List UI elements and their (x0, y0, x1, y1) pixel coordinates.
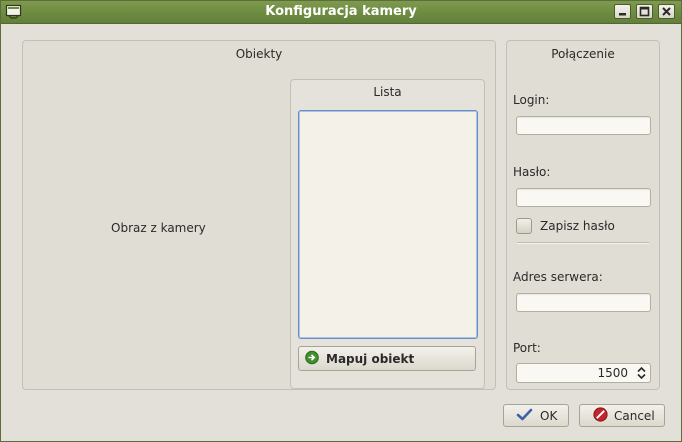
cancel-label: Cancel (614, 408, 655, 423)
separator (517, 242, 649, 244)
obiekty-title: Obiekty (235, 47, 283, 61)
go-arrow-icon (305, 350, 319, 367)
close-icon (662, 7, 671, 16)
object-list[interactable] (298, 110, 478, 339)
maximize-button[interactable] (636, 4, 653, 19)
polaczenie-group: Połączenie Login: Hasło: Zapisz hasło Ad… (506, 40, 660, 390)
save-password-label: Zapisz hasło (540, 219, 615, 233)
save-password-checkbox[interactable] (516, 218, 532, 234)
login-input[interactable] (516, 116, 651, 135)
cancel-icon (593, 406, 608, 425)
port-label: Port: (513, 341, 541, 355)
title-bar[interactable]: Konfiguracja kamery (1, 1, 681, 24)
window-title: Konfiguracja kamery (265, 4, 417, 19)
ok-label: OK (540, 408, 558, 423)
checkmark-icon (516, 407, 533, 424)
server-address-label: Adres serwera: (513, 270, 603, 284)
ok-button[interactable]: OK (503, 404, 569, 427)
port-spinbox[interactable]: 1500 (516, 363, 651, 383)
dialog-window: Konfiguracja kamery Obiekty Obraz z kame… (0, 0, 682, 442)
obiekty-group: Obiekty Obraz z kamery Lista Mapuj obiek… (22, 40, 496, 390)
maximize-icon (639, 6, 650, 17)
port-value: 1500 (597, 366, 628, 380)
lista-group: Lista Mapuj obiekt (290, 79, 485, 389)
login-label: Login: (513, 93, 550, 107)
map-object-button[interactable]: Mapuj obiekt (298, 346, 476, 371)
server-address-input[interactable] (516, 293, 651, 312)
minimize-button[interactable] (614, 4, 631, 19)
close-button[interactable] (658, 4, 675, 19)
minimize-icon (619, 13, 626, 16)
map-object-label: Mapuj obiekt (326, 351, 415, 366)
spin-arrows-icon[interactable] (636, 366, 647, 383)
camera-view-placeholder: Obraz z kamery (111, 221, 206, 235)
lista-title: Lista (373, 85, 402, 99)
password-input[interactable] (516, 188, 651, 207)
polaczenie-title: Połączenie (551, 47, 615, 61)
password-label: Hasło: (513, 165, 551, 179)
cancel-button[interactable]: Cancel (579, 404, 665, 427)
